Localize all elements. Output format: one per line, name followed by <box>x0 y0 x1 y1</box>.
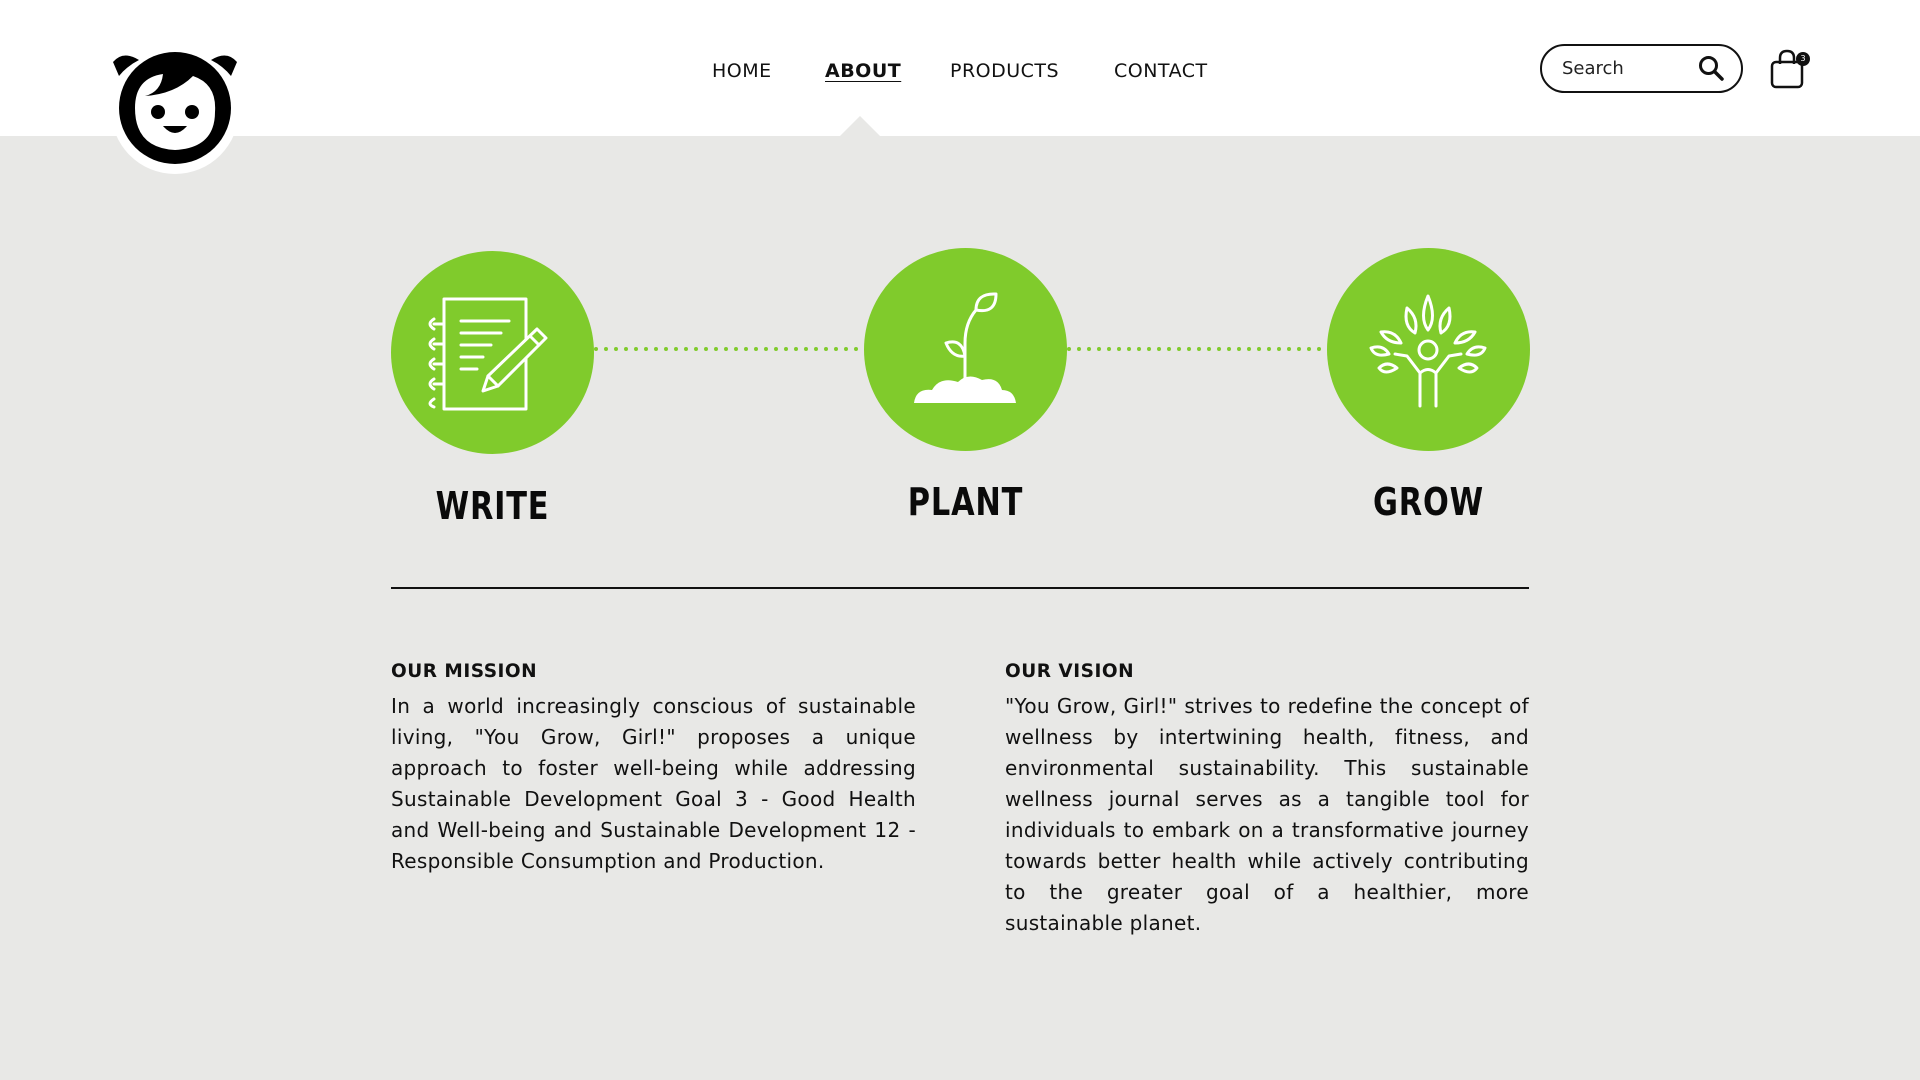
search-box <box>1540 44 1743 93</box>
mission-section: OUR MISSION In a world increasingly cons… <box>391 661 916 877</box>
nav-products[interactable]: PRODUCTS <box>950 60 1059 82</box>
mission-text: In a world increasingly conscious of sus… <box>391 694 916 873</box>
connector-dots-1 <box>594 347 864 351</box>
nav-contact[interactable]: CONTACT <box>1114 60 1208 82</box>
connector-dots-2 <box>1067 347 1327 351</box>
write-step-circle <box>391 251 594 454</box>
grow-step-circle <box>1327 248 1530 451</box>
nav-about[interactable]: ABOUT <box>825 60 901 82</box>
vision-title: OUR VISION <box>1005 661 1135 682</box>
nav-home[interactable]: HOME <box>712 60 772 82</box>
notebook-pencil-icon <box>428 297 548 411</box>
vision-text: "You Grow, Girl!" strives to redefine th… <box>1005 694 1529 935</box>
nav-active-pointer <box>840 116 880 136</box>
mission-title: OUR MISSION <box>391 661 538 682</box>
site-header: HOME ABOUT PRODUCTS CONTACT 3 <box>0 0 1920 174</box>
search-input[interactable] <box>1562 56 1692 80</box>
cart-count-badge: 3 <box>1796 52 1810 66</box>
tree-person-icon <box>1369 294 1487 408</box>
step-label-plant: PLANT <box>907 480 1024 524</box>
vision-section: OUR VISION "You Grow, Girl!" strives to … <box>1005 661 1529 939</box>
plant-step-circle <box>864 248 1067 451</box>
section-divider <box>391 587 1529 589</box>
step-label-grow: GROW <box>1373 480 1484 524</box>
sprout-icon <box>914 292 1016 403</box>
step-label-write: WRITE <box>435 484 550 528</box>
search-icon[interactable] <box>1697 54 1725 82</box>
